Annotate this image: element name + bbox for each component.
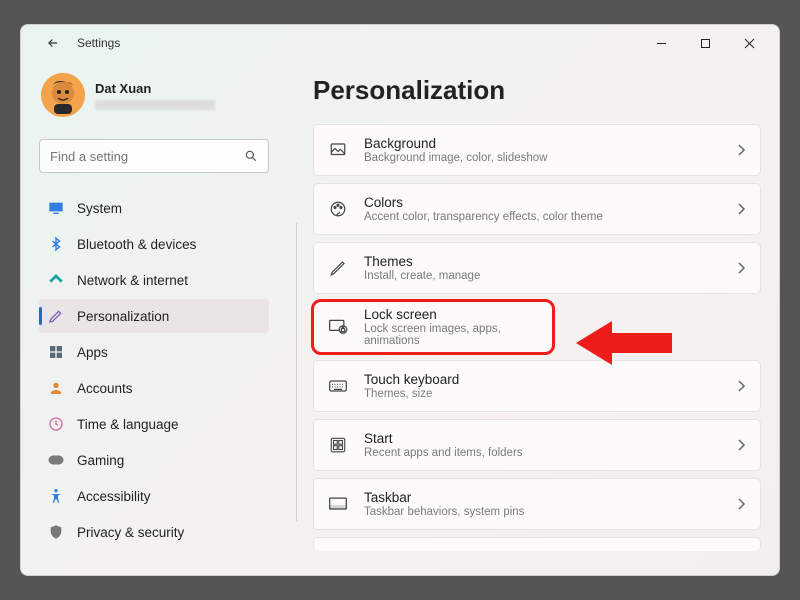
avatar (41, 73, 85, 117)
bluetooth-icon (47, 235, 65, 253)
display-icon (47, 199, 65, 217)
app-name: Settings (77, 36, 120, 50)
paintbrush-icon (47, 307, 65, 325)
close-button[interactable] (727, 28, 771, 58)
clock-icon (47, 415, 65, 433)
card-title: Lock screen (364, 307, 538, 322)
nav-bluetooth[interactable]: Bluetooth & devices (39, 227, 269, 261)
card-title: Themes (364, 254, 720, 269)
taskbar-icon (328, 494, 348, 514)
card-subtitle: Lock screen images, apps, animations (364, 323, 538, 347)
chevron-right-icon (736, 143, 746, 157)
card-colors[interactable]: Colors Accent color, transparency effect… (313, 183, 761, 235)
card-themes[interactable]: Themes Install, create, manage (313, 242, 761, 294)
card-background[interactable]: Background Background image, color, slid… (313, 124, 761, 176)
page-title: Personalization (313, 75, 761, 106)
nav-label: Personalization (77, 309, 169, 324)
wifi-icon (47, 271, 65, 289)
settings-window: Settings (20, 24, 780, 576)
shield-icon (47, 523, 65, 541)
search-icon (244, 149, 258, 163)
nav-label: Network & internet (77, 273, 188, 288)
scroll-divider (296, 223, 297, 521)
start-icon (328, 435, 348, 455)
card-title: Touch keyboard (364, 372, 720, 387)
nav-apps[interactable]: Apps (39, 335, 269, 369)
card-title: Start (364, 431, 720, 446)
nav-list: System Bluetooth & devices Network & int… (39, 191, 269, 549)
card-subtitle: Accent color, transparency effects, colo… (364, 211, 720, 223)
card-subtitle: Recent apps and items, folders (364, 447, 720, 459)
card-title: Colors (364, 195, 720, 210)
accessibility-icon (47, 487, 65, 505)
nav-label: Privacy & security (77, 525, 184, 540)
minimize-button[interactable] (639, 28, 683, 58)
card-title: Taskbar (364, 490, 720, 505)
card-lock-screen[interactable]: Lock screen Lock screen images, apps, an… (313, 301, 553, 353)
card-subtitle: Themes, size (364, 388, 720, 400)
image-icon (328, 140, 348, 160)
card-title: Background (364, 136, 720, 151)
nav-network[interactable]: Network & internet (39, 263, 269, 297)
maximize-button[interactable] (683, 28, 727, 58)
keyboard-icon (328, 376, 348, 396)
chevron-right-icon (736, 438, 746, 452)
profile-email-blurred (95, 100, 215, 110)
nav-time-language[interactable]: Time & language (39, 407, 269, 441)
nav-accessibility[interactable]: Accessibility (39, 479, 269, 513)
back-button[interactable] (39, 29, 67, 57)
gamepad-icon (47, 451, 65, 469)
pen-icon (328, 258, 348, 278)
sidebar: Dat Xuan System Bluetooth & devices (21, 61, 283, 575)
search-input[interactable] (50, 149, 236, 164)
card-subtitle: Background image, color, slideshow (364, 152, 720, 164)
nav-label: Accessibility (77, 489, 151, 504)
search-box[interactable] (39, 139, 269, 173)
apps-icon (47, 343, 65, 361)
palette-icon (328, 199, 348, 219)
card-subtitle: Taskbar behaviors, system pins (364, 506, 720, 518)
chevron-right-icon (736, 202, 746, 216)
nav-system[interactable]: System (39, 191, 269, 225)
titlebar: Settings (21, 25, 779, 61)
nav-gaming[interactable]: Gaming (39, 443, 269, 477)
card-start[interactable]: Start Recent apps and items, folders (313, 419, 761, 471)
person-icon (47, 379, 65, 397)
nav-label: Apps (77, 345, 108, 360)
nav-label: Accounts (77, 381, 133, 396)
card-taskbar[interactable]: Taskbar Taskbar behaviors, system pins (313, 478, 761, 530)
card-subtitle: Install, create, manage (364, 270, 720, 282)
nav-label: System (77, 201, 122, 216)
profile-block[interactable]: Dat Xuan (39, 69, 269, 129)
nav-label: Gaming (77, 453, 124, 468)
card-more-peek[interactable] (313, 537, 761, 551)
lock-screen-icon (328, 317, 348, 337)
settings-cards: Background Background image, color, slid… (313, 124, 761, 551)
nav-accounts[interactable]: Accounts (39, 371, 269, 405)
chevron-right-icon (736, 497, 746, 511)
profile-name: Dat Xuan (95, 81, 215, 96)
main-panel: Personalization Background Background im… (283, 61, 779, 575)
nav-label: Time & language (77, 417, 179, 432)
chevron-right-icon (736, 379, 746, 393)
card-touch-keyboard[interactable]: Touch keyboard Themes, size (313, 360, 761, 412)
nav-privacy[interactable]: Privacy & security (39, 515, 269, 549)
chevron-right-icon (736, 261, 746, 275)
nav-personalization[interactable]: Personalization (39, 299, 269, 333)
nav-label: Bluetooth & devices (77, 237, 196, 252)
